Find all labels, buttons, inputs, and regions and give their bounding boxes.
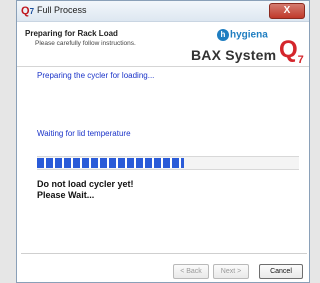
q7-logo: Q7 [279, 36, 304, 67]
hygiena-logo: h hygiena [217, 29, 268, 41]
close-button[interactable]: X [269, 3, 305, 19]
progress-bar [37, 156, 299, 170]
header-subtitle: Please carefully follow instructions. [35, 40, 136, 47]
app-icon: Q7 [21, 5, 35, 17]
wizard-header: Preparing for Rack Load Please carefully… [17, 22, 309, 67]
bax-system-logo: BAX System [191, 47, 277, 63]
status-message-preparing: Preparing the cycler for loading... [37, 71, 155, 80]
back-button[interactable]: < Back [173, 264, 209, 279]
footer-divider [21, 253, 307, 254]
header-title: Preparing for Rack Load [25, 29, 118, 38]
status-message-waiting: Waiting for lid temperature [37, 129, 131, 138]
cancel-button[interactable]: Cancel [259, 264, 303, 279]
wait-text: Please Wait... [37, 190, 95, 200]
hygiena-mark-icon: h [217, 29, 229, 41]
progress-fill [37, 158, 184, 168]
dialog-window: Q7 Full Process X Preparing for Rack Loa… [16, 0, 310, 283]
warning-text: Do not load cycler yet! [37, 179, 134, 189]
window-title: Full Process [37, 5, 87, 15]
next-button[interactable]: Next > [213, 264, 249, 279]
title-bar[interactable]: Q7 Full Process X [17, 1, 309, 22]
